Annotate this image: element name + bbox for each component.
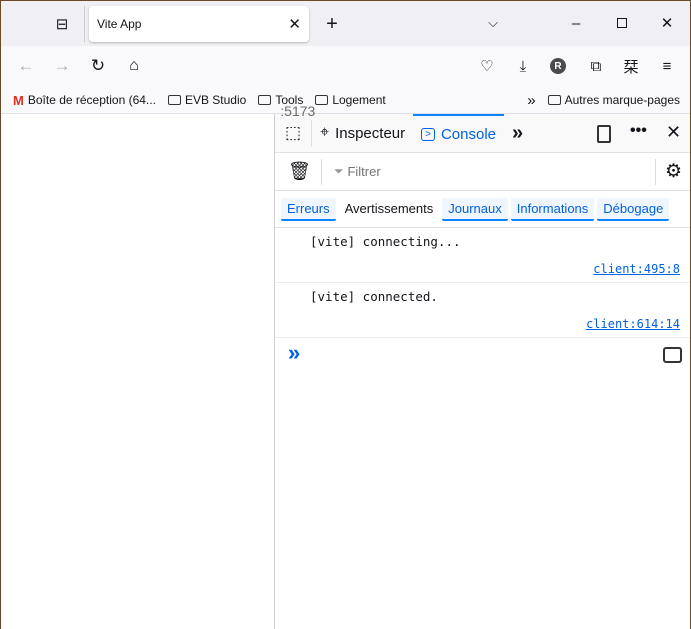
message-source-link[interactable]: client:614:14 xyxy=(586,317,680,331)
close-devtools-icon[interactable]: ✕ xyxy=(666,122,681,143)
devtools-toolbar: ⬚ ⌖ Inspecteur > Console » ••• ✕ xyxy=(275,114,690,153)
other-bookmarks[interactable]: Autres marque-pages xyxy=(547,93,680,107)
more-options-icon[interactable]: ••• xyxy=(630,122,647,140)
tab-console[interactable]: > Console xyxy=(413,114,505,152)
filter-info[interactable]: Informations xyxy=(510,197,595,221)
divider xyxy=(320,158,322,185)
message-text: [vite] connected. xyxy=(310,289,438,304)
filter-input[interactable]: Filtrer xyxy=(347,164,380,179)
chevron-down-icon[interactable]: ⌵ xyxy=(483,13,503,33)
editor-mode-icon[interactable] xyxy=(663,347,682,363)
bookmark-label: EVB Studio xyxy=(184,93,247,107)
filter-debug[interactable]: Débogage xyxy=(597,197,670,221)
menu-icon[interactable]: ≡ xyxy=(657,56,677,76)
tab-list-icon[interactable]: ⊟ xyxy=(51,15,73,33)
bookmark-label: Boîte de réception (64... xyxy=(27,93,156,107)
console-input[interactable]: » xyxy=(275,338,690,372)
tab-strip: ⊟ Vite App ✕ + ⌵ – ✕ xyxy=(1,1,690,46)
log-level-filters: Erreurs Avertissements Journaux Informat… xyxy=(275,191,690,228)
tab-inspector[interactable]: ⌖ Inspecteur xyxy=(312,114,413,152)
bookmark-evb-studio[interactable]: EVB Studio xyxy=(167,93,247,107)
browser-tab[interactable]: Vite App ✕ xyxy=(89,6,309,42)
folder-icon xyxy=(547,95,561,105)
inspector-icon: ⌖ xyxy=(320,124,330,141)
responsive-design-icon[interactable] xyxy=(597,125,611,143)
close-window-icon[interactable]: ✕ xyxy=(657,13,677,33)
console-message: [vite] connecting... client:495:8 xyxy=(275,228,690,283)
divider xyxy=(84,6,85,42)
bookmark-label: Logement xyxy=(332,93,386,107)
tab-label: Inspecteur xyxy=(335,124,406,142)
url-port: :5173 xyxy=(280,103,316,119)
more-tools-icon[interactable]: » xyxy=(504,114,531,152)
home-icon[interactable]: ⌂ xyxy=(123,56,145,76)
console-icon: > xyxy=(421,127,435,141)
profile-avatar[interactable]: R xyxy=(550,58,566,74)
reload-icon[interactable]: ↻ xyxy=(87,56,109,76)
maximize-icon[interactable] xyxy=(617,18,627,28)
console-filter-bar: 🗑 ⏷ Filtrer ⚙ xyxy=(275,153,690,191)
gmail-icon: M xyxy=(13,92,24,108)
prompt-icon: » xyxy=(288,340,301,365)
tab-title: Vite App xyxy=(97,17,142,31)
folder-icon xyxy=(258,95,272,105)
devtools-panel: ⬚ ⌖ Inspecteur > Console » ••• ✕ 🗑 ⏷ Filtr… xyxy=(274,114,690,629)
download-icon[interactable]: ⤓ xyxy=(513,56,533,76)
minimize-icon[interactable]: – xyxy=(566,13,586,33)
page-content xyxy=(1,114,274,629)
extensions-icon[interactable]: ⧉ xyxy=(586,56,606,76)
forward-icon[interactable]: → xyxy=(51,56,73,76)
folder-icon xyxy=(315,95,329,105)
more-bookmarks-icon[interactable]: » xyxy=(527,92,535,109)
back-icon[interactable]: ← xyxy=(15,56,37,76)
bookmarks-bar: M Boîte de réception (64... EVB Studio To… xyxy=(1,87,690,114)
filter-logs[interactable]: Journaux xyxy=(442,197,508,221)
filter-icon: ⏷ xyxy=(333,164,344,178)
folder-icon xyxy=(167,95,181,105)
trash-icon[interactable]: 🗑 xyxy=(288,161,311,182)
tab-label: Console xyxy=(440,125,497,143)
bookmark-label: Autres marque-pages xyxy=(564,93,680,107)
bookmark-gmail[interactable]: M Boîte de réception (64... xyxy=(13,93,156,108)
filter-warnings[interactable]: Avertissements xyxy=(339,198,440,221)
filter-errors[interactable]: Erreurs xyxy=(281,197,336,221)
extension-glyph-icon[interactable]: 栞 xyxy=(621,56,641,76)
pocket-icon[interactable]: ♡ xyxy=(477,56,497,76)
new-tab-icon[interactable]: + xyxy=(321,13,343,35)
nav-bar: ← → ↻ ⌂ ⛉ localhost:5173 ☆ ♡ ⤓ R ⧉ 栞 ≡ xyxy=(1,46,690,127)
divider xyxy=(655,159,656,185)
close-tab-icon[interactable]: ✕ xyxy=(288,15,301,33)
console-message: [vite] connected. client:614:14 xyxy=(275,283,690,338)
message-source-link[interactable]: client:495:8 xyxy=(593,262,680,276)
bookmark-logement[interactable]: Logement xyxy=(315,93,386,107)
message-text: [vite] connecting... xyxy=(310,234,461,249)
settings-gear-icon[interactable]: ⚙ xyxy=(665,160,682,183)
